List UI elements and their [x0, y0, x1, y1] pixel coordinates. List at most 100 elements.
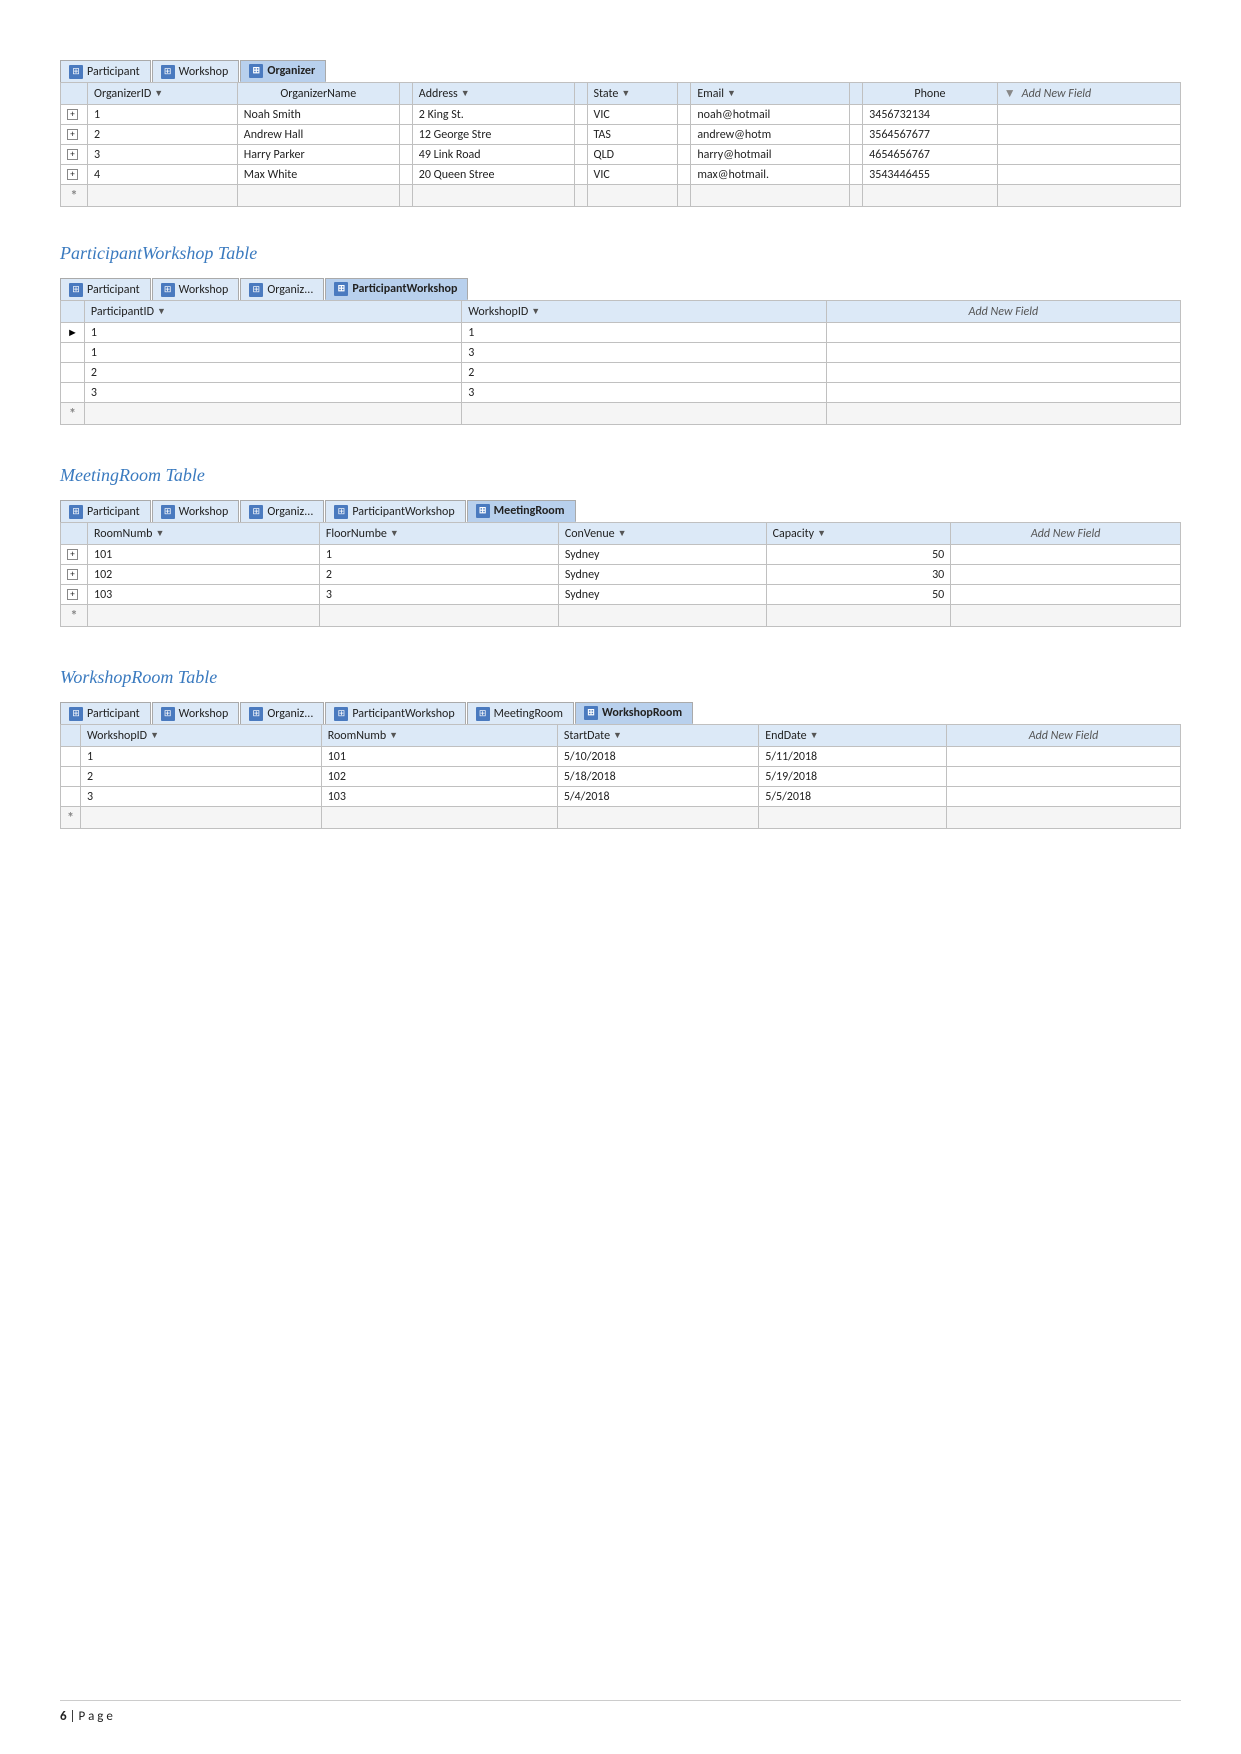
wr-end-2: 5/19/2018 — [759, 767, 947, 787]
page: ⊞ Participant ⊞ Workshop ⊞ Organizer Org… — [0, 0, 1241, 1754]
tab-organizer[interactable]: ⊞ Organizer — [240, 60, 326, 82]
mr-selector-2[interactable]: + — [61, 565, 88, 585]
col-floor-number[interactable]: FloorNumbe ▼ — [319, 523, 558, 545]
wr-start-1: 5/10/2018 — [557, 747, 758, 767]
row-selector-2[interactable]: + — [61, 125, 88, 145]
row-selector-1[interactable]: + — [61, 105, 88, 125]
pw-selector-1[interactable]: ► — [61, 323, 85, 343]
wr-tab-organiz-label: Organiz... — [267, 707, 313, 721]
pw-tab-workshop-label: Workshop — [179, 283, 229, 297]
org-email-4: max@hotmail. — [691, 165, 850, 185]
col-workshop-id[interactable]: WorkshopID ▼ — [462, 301, 827, 323]
col-capacity[interactable]: Capacity ▼ — [766, 523, 951, 545]
mr-expand-1[interactable]: + — [67, 549, 78, 560]
pw-new-row: * — [61, 403, 1181, 425]
pw-tab-participant[interactable]: ⊞ Participant — [60, 278, 151, 300]
wr-tab-mr[interactable]: ⊞ MeetingRoom — [467, 702, 574, 724]
col-phone[interactable]: Phone — [863, 83, 998, 105]
page-footer: 6 | P a g e — [60, 1700, 1181, 1724]
col-room-number[interactable]: RoomNumb ▼ — [88, 523, 320, 545]
expand-btn-2[interactable]: + — [67, 129, 78, 140]
mr-expand-3[interactable]: + — [67, 589, 78, 600]
pw-table-container: ⊞ Participant ⊞ Workshop ⊞ Organiz... ⊞ … — [60, 278, 1181, 425]
wr-tab-participant[interactable]: ⊞ Participant — [60, 702, 151, 724]
mr-participant-icon: ⊞ — [69, 505, 83, 519]
pw-wid-4: 3 — [462, 383, 827, 403]
wr-start-3: 5/4/2018 — [557, 787, 758, 807]
tab-participant-label: Participant — [87, 65, 140, 79]
mr-tab-mr[interactable]: ⊞ MeetingRoom — [467, 500, 576, 522]
col-convenue[interactable]: ConVenue ▼ — [558, 523, 766, 545]
organizer-tab-bar: ⊞ Participant ⊞ Workshop ⊞ Organizer — [60, 60, 1181, 82]
pw-organiz-icon: ⊞ — [249, 283, 263, 297]
wr-tab-pw[interactable]: ⊞ ParticipantWorkshop — [325, 702, 465, 724]
wr-tab-wr-icon: ⊞ — [584, 706, 598, 720]
wr-tab-organiz[interactable]: ⊞ Organiz... — [240, 702, 324, 724]
col-address-sep — [399, 83, 412, 105]
col-organizer-id[interactable]: OrganizerID ▼ — [88, 83, 238, 105]
col-add-new-field-org[interactable]: ▼ Add New Field — [997, 83, 1180, 105]
mr-tab-participant[interactable]: ⊞ Participant — [60, 500, 151, 522]
mr-selector-1[interactable]: + — [61, 545, 88, 565]
mr-tab-mr-label: MeetingRoom — [494, 504, 565, 518]
col-participant-id[interactable]: ParticipantID ▼ — [84, 301, 461, 323]
mr-expand-2[interactable]: + — [67, 569, 78, 580]
org-address-1: 2 King St. — [412, 105, 574, 125]
mr-room-3: 103 — [88, 585, 320, 605]
mr-new-row: * — [61, 605, 1181, 627]
wr-tab-wr[interactable]: ⊞ WorkshopRoom — [575, 702, 693, 724]
wr-tab-workshop[interactable]: ⊞ Workshop — [152, 702, 240, 724]
col-wr-start-date[interactable]: StartDate ▼ — [557, 725, 758, 747]
expand-btn-3[interactable]: + — [67, 149, 78, 160]
pw-section-title: ParticipantWorkshop Table — [60, 243, 1181, 264]
col-add-new-field-mr[interactable]: Add New Field — [951, 523, 1181, 545]
wr-room-1: 101 — [321, 747, 557, 767]
org-email-3: harry@hotmail — [691, 145, 850, 165]
mr-tab-pw[interactable]: ⊞ ParticipantWorkshop — [325, 500, 465, 522]
col-wr-end-date[interactable]: EndDate ▼ — [759, 725, 947, 747]
mr-venue-2: Sydney — [558, 565, 766, 585]
organizer-row-selector-header — [61, 83, 88, 105]
org-state-3: QLD — [587, 145, 678, 165]
wr-tab-wr-label: WorkshopRoom — [602, 706, 682, 720]
tab-participant[interactable]: ⊞ Participant — [60, 60, 151, 82]
row-selector-4[interactable]: + — [61, 165, 88, 185]
pw-section: ParticipantWorkshop Table ⊞ Participant … — [60, 243, 1181, 425]
wr-row-3: 3 103 5/4/2018 5/5/2018 — [61, 787, 1181, 807]
mr-organiz-icon: ⊞ — [249, 505, 263, 519]
pw-tab-organiz-label: Organiz... — [267, 283, 313, 297]
col-add-new-field-pw[interactable]: Add New Field — [826, 301, 1180, 323]
tab-workshop[interactable]: ⊞ Workshop — [152, 60, 240, 82]
pw-tab-organiz[interactable]: ⊞ Organiz... — [240, 278, 324, 300]
mr-selector-3[interactable]: + — [61, 585, 88, 605]
col-wr-workshop-id[interactable]: WorkshopID ▼ — [80, 725, 321, 747]
mr-tab-workshop[interactable]: ⊞ Workshop — [152, 500, 240, 522]
col-wr-room-number[interactable]: RoomNumb ▼ — [321, 725, 557, 747]
mr-tab-organiz[interactable]: ⊞ Organiz... — [240, 500, 324, 522]
col-add-new-field-wr[interactable]: Add New Field — [947, 725, 1181, 747]
org-id-4: 4 — [88, 165, 238, 185]
expand-btn-1[interactable]: + — [67, 109, 78, 120]
organizer-table: OrganizerID ▼ OrganizerName Address ▼ St… — [60, 82, 1181, 207]
pw-tab-workshop[interactable]: ⊞ Workshop — [152, 278, 240, 300]
wr-row-selector-header — [61, 725, 81, 747]
mr-table: RoomNumb ▼ FloorNumbe ▼ ConVenue ▼ Capac… — [60, 522, 1181, 627]
tab-organizer-label: Organizer — [267, 64, 315, 78]
sort-arrow-venue: ▼ — [618, 528, 627, 539]
wr-tab-mr-label: MeetingRoom — [494, 707, 563, 721]
col-address[interactable]: Address ▼ — [412, 83, 574, 105]
org-name-1: Noah Smith — [237, 105, 399, 125]
sort-arrow-organizerid: ▼ — [154, 88, 163, 99]
row-selector-3[interactable]: + — [61, 145, 88, 165]
col-state[interactable]: State ▼ — [587, 83, 678, 105]
mr-venue-1: Sydney — [558, 545, 766, 565]
organizer-row-1: + 1 Noah Smith 2 King St. VIC noah@hotma… — [61, 105, 1181, 125]
mr-room-1: 101 — [88, 545, 320, 565]
expand-btn-4[interactable]: + — [67, 169, 78, 180]
col-email[interactable]: Email ▼ — [691, 83, 850, 105]
col-organizer-name[interactable]: OrganizerName — [237, 83, 399, 105]
page-label: | P a g e — [70, 1709, 113, 1724]
wr-header-row: WorkshopID ▼ RoomNumb ▼ StartDate ▼ EndD… — [61, 725, 1181, 747]
pw-tab-pw[interactable]: ⊞ ParticipantWorkshop — [325, 278, 468, 300]
organizer-row-2: + 2 Andrew Hall 12 George Stre TAS andre… — [61, 125, 1181, 145]
